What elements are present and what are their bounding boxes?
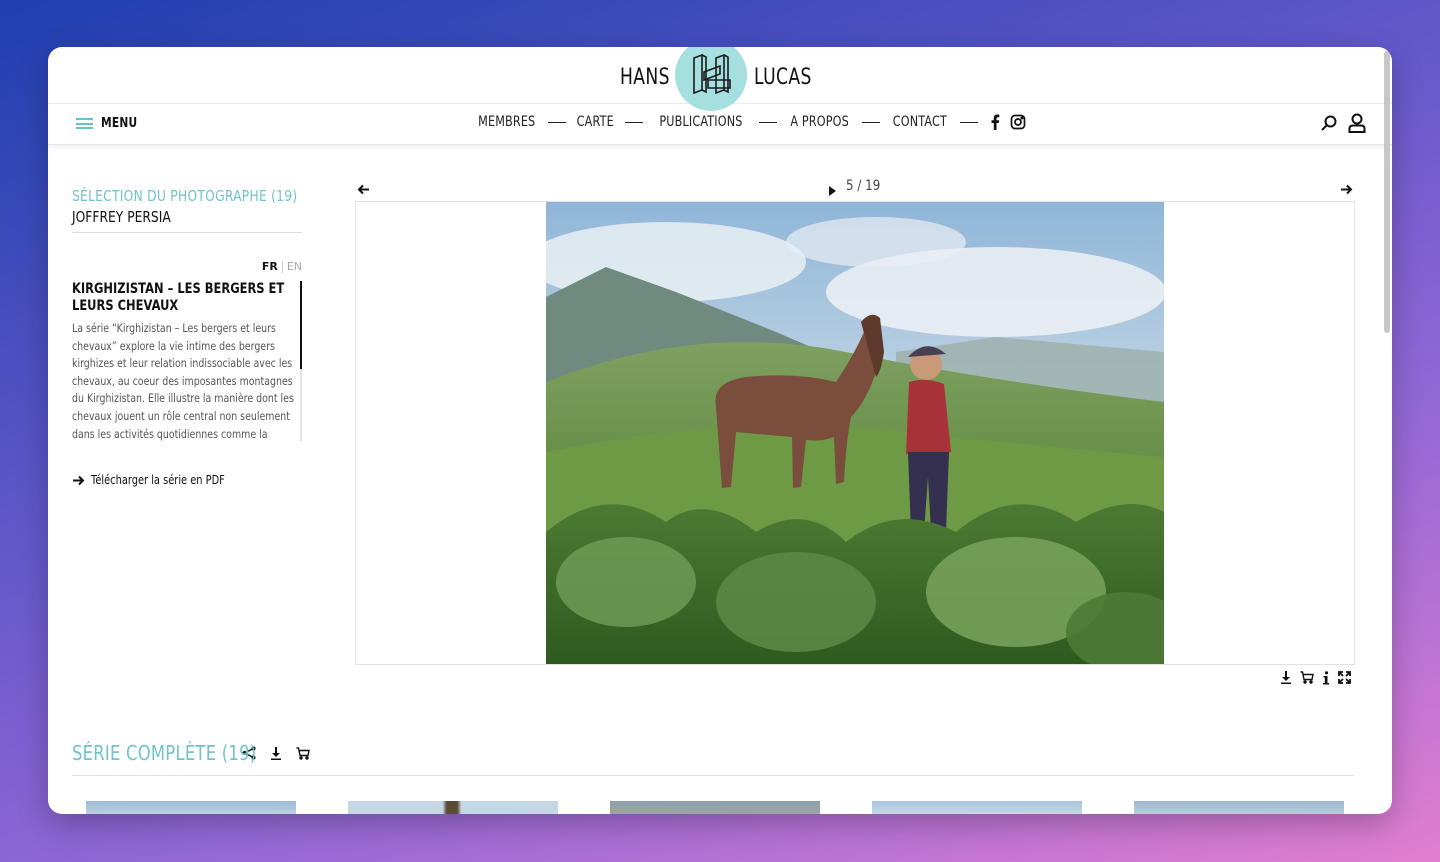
language-switch: FR EN xyxy=(72,260,302,273)
window-scrollbar[interactable] xyxy=(1384,51,1390,811)
selection-title: SÉLECTION DU PHOTOGRAPHE (19) xyxy=(72,187,298,205)
divider xyxy=(72,775,1354,776)
photo-actions xyxy=(1280,671,1351,685)
hans-lucas-logo[interactable] xyxy=(675,47,747,111)
facebook-icon[interactable] xyxy=(990,114,1000,130)
nav-link-membres[interactable]: MEMBRES xyxy=(478,114,535,130)
viewer-controls: 5 / 19 xyxy=(355,177,1355,201)
series-description: La série “Kirghizistan – Les bergers et … xyxy=(72,321,294,441)
info-icon[interactable] xyxy=(1322,671,1330,685)
fullscreen-icon[interactable] xyxy=(1338,671,1351,685)
nav-link-carte[interactable]: CARTE xyxy=(577,114,614,130)
play-icon[interactable] xyxy=(829,181,836,200)
window-scrollbar-thumb[interactable] xyxy=(1384,51,1390,333)
nav-link-contact[interactable]: CONTACT xyxy=(893,114,947,130)
download-pdf-label: Télécharger la série en PDF xyxy=(91,473,225,487)
logo-mark-icon xyxy=(693,53,731,95)
download-pdf-link[interactable]: Télécharger la série en PDF xyxy=(72,473,254,487)
series-thumbnail[interactable] xyxy=(334,801,572,814)
series-thumbnail[interactable] xyxy=(858,801,1096,814)
main-photo[interactable] xyxy=(546,202,1164,664)
photographer-name[interactable]: JOFFREY PERSIA xyxy=(72,208,261,226)
nav-separator xyxy=(862,121,881,123)
nav-separator xyxy=(548,121,567,123)
site-header: HANS LUCAS xyxy=(48,47,1392,111)
photo-frame xyxy=(355,201,1355,665)
series-description-box[interactable]: KIRGHIZISTAN – LES BERGERS ET LEURS CHEV… xyxy=(72,281,302,441)
nav-links: MEMBRES CARTE PUBLICATIONS A PROPOS CONT… xyxy=(471,114,1026,130)
nav-link-a-propos[interactable]: A PROPOS xyxy=(790,114,849,130)
cart-icon[interactable] xyxy=(296,746,310,760)
nav-link-publications[interactable]: PUBLICATIONS xyxy=(659,114,742,130)
series-title: KIRGHIZISTAN – LES BERGERS ET LEURS CHEV… xyxy=(72,281,285,314)
lang-fr[interactable]: FR xyxy=(262,260,278,273)
brand-name-right: LUCAS xyxy=(754,65,812,90)
menu-button[interactable]: MENU xyxy=(76,116,145,131)
nav-separator xyxy=(959,121,978,123)
nav-actions xyxy=(1320,113,1366,137)
cart-icon[interactable] xyxy=(1300,671,1314,685)
series-thumbnails xyxy=(72,801,1358,814)
series-thumbnail[interactable] xyxy=(596,801,834,814)
browser-window: HANS LUCAS MENU MEMBRES CARTE PUBLICATIO… xyxy=(48,47,1392,814)
arrow-left-icon[interactable] xyxy=(357,180,370,199)
download-icon[interactable] xyxy=(270,746,282,760)
lang-separator xyxy=(281,261,283,273)
description-scrollbar[interactable] xyxy=(300,281,302,441)
divider xyxy=(72,232,302,233)
nav-separator xyxy=(624,121,643,123)
arrow-right-icon xyxy=(73,475,85,485)
arrow-right-icon[interactable] xyxy=(1340,180,1353,199)
photo-counter: 5 / 19 xyxy=(846,178,881,194)
user-icon[interactable] xyxy=(1348,113,1366,137)
brand-name-left: HANS xyxy=(620,65,670,90)
lang-en[interactable]: EN xyxy=(287,260,302,273)
download-icon[interactable] xyxy=(1280,671,1292,685)
series-sidebar: SÉLECTION DU PHOTOGRAPHE (19) JOFFREY PE… xyxy=(72,187,302,441)
scrollbar-thumb[interactable] xyxy=(300,281,302,369)
series-thumbnail[interactable] xyxy=(72,801,310,814)
menu-label: MENU xyxy=(101,116,138,131)
search-icon[interactable] xyxy=(1320,114,1338,136)
series-complete-title: SÉRIE COMPLÈTE (19) xyxy=(72,741,257,765)
nav-separator xyxy=(758,121,777,123)
series-thumbnail[interactable] xyxy=(1120,801,1358,814)
main-nav: MENU MEMBRES CARTE PUBLICATIONS A PROPOS… xyxy=(48,104,1392,145)
series-complete-header: SÉRIE COMPLÈTE (19) xyxy=(72,741,310,765)
photo-viewer: 5 / 19 xyxy=(355,177,1355,685)
instagram-icon[interactable] xyxy=(1010,114,1026,130)
hamburger-icon xyxy=(76,118,93,129)
